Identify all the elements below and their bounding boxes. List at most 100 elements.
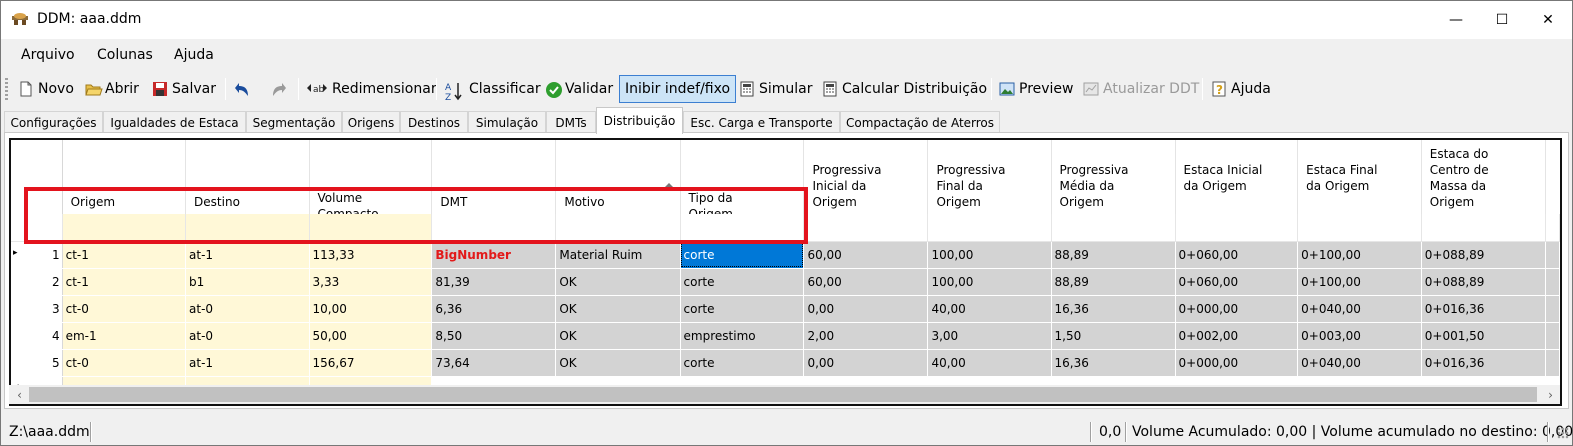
undo-button[interactable] — [234, 76, 254, 102]
atualizar-ddt-button[interactable]: Atualizar DDT — [1083, 76, 1199, 102]
cell-prog-inicial[interactable]: 60,00 — [803, 241, 929, 269]
cell-estaca-inicial[interactable]: 0+060,00 — [1175, 268, 1299, 296]
cell-volume[interactable]: 156,67 — [309, 349, 433, 377]
ajuda-button[interactable]: ? Ajuda — [1211, 76, 1271, 102]
cell-origem[interactable]: ct-1 — [62, 241, 187, 269]
cell-prog-media[interactable]: 16,36 — [1051, 295, 1176, 323]
cell-dmt[interactable]: 6,36 — [431, 295, 557, 323]
tab-igualdades-de-estaca[interactable]: Igualdades de Estaca — [103, 111, 246, 133]
novo-button[interactable]: Novo — [18, 76, 74, 102]
cell-prog-final[interactable]: 40,00 — [927, 349, 1052, 377]
filter-cell[interactable] — [803, 214, 929, 242]
cell-origem[interactable]: ct-1 — [62, 268, 187, 296]
filter-cell[interactable] — [1051, 214, 1176, 242]
cell-estaca-inicial[interactable]: 0+000,00 — [1175, 349, 1299, 377]
cell-prog-inicial[interactable]: 0,00 — [803, 349, 929, 377]
row-header[interactable]: 5 — [11, 349, 63, 377]
cell-dmt[interactable]: BigNumber — [431, 241, 557, 269]
column-header-estaca-centro-de-massa[interactable]: Estaca do Centro de Massa da Origem — [1421, 140, 1546, 214]
cell-prog-final[interactable]: 40,00 — [927, 295, 1052, 323]
distribution-grid[interactable]: Origem Destino Volume Compacto DMT Motivo… — [9, 138, 1562, 406]
cell-motivo[interactable]: OK — [555, 268, 681, 296]
tab-esc-carga-e-transporte[interactable]: Esc. Carga e Transporte — [683, 111, 840, 133]
row-header[interactable]: 4 — [11, 322, 63, 350]
scroll-right-icon[interactable]: › — [1542, 385, 1559, 404]
tab-dmts[interactable]: DMTs — [546, 111, 596, 133]
classificar-button[interactable]: AZ Classificar — [445, 76, 541, 103]
cell-prog-inicial[interactable]: 0,00 — [803, 295, 929, 323]
table-row[interactable]: 3 ct-0 at-0 10,00 6,36 OK corte 0,00 40,… — [11, 295, 1560, 323]
validar-button[interactable]: Validar — [545, 76, 613, 102]
column-header-progressiva-media[interactable]: Progressiva Média da Origem — [1051, 140, 1176, 214]
table-row[interactable]: 5 ct-0 at-1 156,67 73,64 OK corte 0,00 4… — [11, 349, 1560, 377]
cell-volume[interactable]: 3,33 — [309, 268, 433, 296]
cell-estaca-centro[interactable]: 0+001,50 — [1421, 322, 1546, 350]
cell-prog-media[interactable]: 1,50 — [1051, 322, 1176, 350]
resize-grip-icon[interactable] — [1557, 427, 1569, 439]
minimize-button[interactable]: — — [1433, 1, 1479, 39]
cell-prog-media[interactable]: 88,89 — [1051, 268, 1176, 296]
cell-motivo[interactable]: OK — [555, 295, 681, 323]
cell-prog-final[interactable]: 100,00 — [927, 268, 1052, 296]
cell-destino[interactable]: b1 — [185, 268, 310, 296]
column-header-estaca-inicial[interactable]: Estaca Inicial da Origem — [1175, 140, 1299, 214]
filter-cell[interactable] — [1175, 214, 1299, 242]
cell-prog-final[interactable]: 3,00 — [927, 322, 1052, 350]
scroll-left-icon[interactable]: ‹ — [11, 385, 28, 404]
inibir-toggle-button[interactable]: Inibir indef/fixo — [619, 75, 737, 103]
cell-tipo-origem[interactable]: corte — [680, 349, 805, 377]
cell-estaca-centro[interactable]: 0+088,89 — [1421, 241, 1546, 269]
cell-estaca-centro[interactable]: 0+016,36 — [1421, 295, 1546, 323]
tab-compactacao-de-aterros[interactable]: Compactação de Aterros — [840, 111, 1000, 133]
cell-tipo-origem[interactable]: corte — [680, 268, 805, 296]
filter-cell[interactable] — [1297, 214, 1422, 242]
cell-tipo-origem[interactable]: corte — [680, 295, 805, 323]
cell-estaca-inicial[interactable]: 0+000,00 — [1175, 295, 1299, 323]
cell-dmt[interactable]: 81,39 — [431, 268, 557, 296]
cell-origem[interactable]: ct-0 — [62, 349, 187, 377]
menu-arquivo[interactable]: Arquivo — [21, 47, 75, 63]
cell-estaca-final[interactable]: 0+100,00 — [1297, 268, 1422, 296]
calcular-distribuicao-button[interactable]: Calcular Distribuição — [822, 76, 987, 102]
cell-origem[interactable]: ct-0 — [62, 295, 187, 323]
cell-prog-media[interactable]: 88,89 — [1051, 241, 1176, 269]
menu-ajuda[interactable]: Ajuda — [174, 47, 214, 63]
cell-dmt[interactable]: 8,50 — [431, 322, 557, 350]
tab-configuracoes[interactable]: Configurações — [4, 111, 103, 133]
column-header-estaca-final[interactable]: Estaca Final da Origem — [1297, 140, 1422, 214]
tab-simulacao[interactable]: Simulação — [468, 111, 546, 133]
filter-cell[interactable] — [927, 214, 1052, 242]
close-button[interactable]: ✕ — [1525, 1, 1571, 39]
cell-prog-inicial[interactable]: 2,00 — [803, 322, 929, 350]
cell-estaca-inicial[interactable]: 0+002,00 — [1175, 322, 1299, 350]
cell-tipo-origem[interactable]: emprestimo — [680, 322, 805, 350]
column-header-progressiva-inicial[interactable]: Progressiva Inicial da Origem — [803, 140, 929, 214]
preview-button[interactable]: Preview — [999, 76, 1074, 102]
abrir-button[interactable]: Abrir — [85, 76, 139, 102]
cell-tipo-origem[interactable]: corte — [680, 241, 805, 269]
row-header[interactable]: 2 — [11, 268, 63, 296]
cell-estaca-centro[interactable]: 0+016,36 — [1421, 349, 1546, 377]
cell-prog-media[interactable]: 16,36 — [1051, 349, 1176, 377]
cell-estaca-final[interactable]: 0+003,00 — [1297, 322, 1422, 350]
redimensionar-button[interactable]: ab Redimensionar — [306, 76, 437, 102]
tab-segmentacao[interactable]: Segmentação — [246, 111, 342, 133]
cell-origem[interactable]: em-1 — [62, 322, 187, 350]
cell-motivo[interactable]: OK — [555, 349, 681, 377]
salvar-button[interactable]: Salvar — [152, 76, 216, 102]
cell-motivo[interactable]: Material Ruim — [555, 241, 681, 269]
cell-estaca-final[interactable]: 0+100,00 — [1297, 241, 1422, 269]
cell-estaca-centro[interactable]: 0+088,89 — [1421, 268, 1546, 296]
cell-destino[interactable]: at-1 — [185, 241, 310, 269]
toolbar-grip[interactable] — [5, 78, 8, 100]
cell-prog-inicial[interactable]: 60,00 — [803, 268, 929, 296]
cell-estaca-final[interactable]: 0+040,00 — [1297, 349, 1422, 377]
cell-motivo[interactable]: OK — [555, 322, 681, 350]
cell-destino[interactable]: at-0 — [185, 322, 310, 350]
tab-distribuicao[interactable]: Distribuição — [596, 107, 683, 134]
redo-button[interactable] — [269, 76, 289, 102]
horizontal-scrollbar[interactable]: ‹ › — [9, 385, 1560, 404]
tab-destinos[interactable]: Destinos — [400, 111, 468, 133]
table-row[interactable]: 4 em-1 at-0 50,00 8,50 OK emprestimo 2,0… — [11, 322, 1560, 350]
cell-destino[interactable]: at-0 — [185, 295, 310, 323]
